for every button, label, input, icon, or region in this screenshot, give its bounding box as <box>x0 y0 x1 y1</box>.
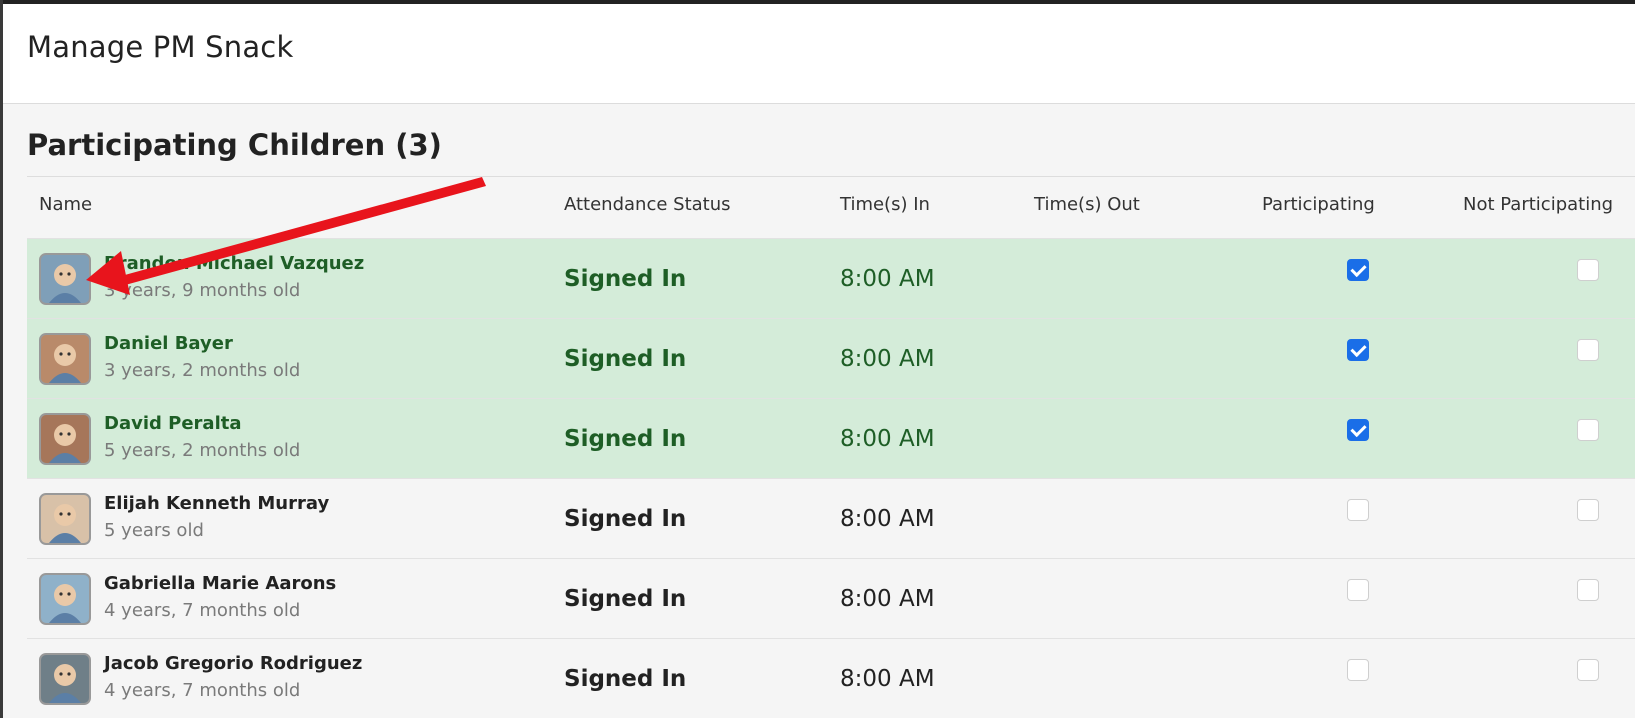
not-participating-checkbox[interactable] <box>1577 259 1599 281</box>
time-in: 8:00 AM <box>840 266 935 292</box>
child-photo-icon <box>49 664 81 703</box>
participating-checkbox[interactable] <box>1347 499 1369 521</box>
child-avatar <box>39 653 91 705</box>
child-avatar <box>39 573 91 625</box>
table-body: Brandon Michael Vazquez 3 years, 9 months… <box>27 238 1635 718</box>
manage-snack-modal: Manage PM Snack Participating Children (… <box>3 4 1635 718</box>
child-age: 5 years old <box>104 520 204 541</box>
child-avatar <box>39 493 91 545</box>
child-age: 3 years, 9 months old <box>104 280 301 301</box>
attendance-status: Signed In <box>564 666 687 692</box>
table-row: Gabriella Marie Aarons 4 years, 7 months … <box>27 558 1635 638</box>
not-participating-checkbox[interactable] <box>1577 419 1599 441</box>
child-photo-icon <box>49 504 81 543</box>
header-time-in: Time(s) In <box>840 194 930 215</box>
attendance-status: Signed In <box>564 346 687 372</box>
modal-title: Manage PM Snack <box>27 30 294 64</box>
time-in: 8:00 AM <box>840 506 935 532</box>
not-participating-checkbox[interactable] <box>1577 579 1599 601</box>
child-age: 4 years, 7 months old <box>104 600 301 621</box>
participating-checkbox[interactable] <box>1347 579 1369 601</box>
child-photo-icon <box>49 584 81 623</box>
table-row: David Peralta 5 years, 2 months old Signed… <box>27 398 1635 478</box>
child-age: 4 years, 7 months old <box>104 680 301 701</box>
participating-checkbox[interactable] <box>1347 419 1369 441</box>
header-name: Name <box>39 194 93 215</box>
child-name[interactable]: David Peralta <box>104 413 242 434</box>
table-row: Brandon Michael Vazquez 3 years, 9 months… <box>27 238 1635 318</box>
attendance-status: Signed In <box>564 586 687 612</box>
child-name[interactable]: Daniel Bayer <box>104 333 233 354</box>
modal-header: Manage PM Snack <box>3 4 1635 104</box>
time-in: 8:00 AM <box>840 346 935 372</box>
child-avatar <box>39 333 91 385</box>
attendance-status: Signed In <box>564 426 687 452</box>
child-avatar <box>39 253 91 305</box>
participating-checkbox[interactable] <box>1347 339 1369 361</box>
time-in: 8:00 AM <box>840 666 935 692</box>
table-row: Daniel Bayer 3 years, 2 months old Signed … <box>27 318 1635 398</box>
child-photo-icon <box>49 264 81 303</box>
attendance-status: Signed In <box>564 266 687 292</box>
child-photo-icon <box>49 424 81 463</box>
time-in: 8:00 AM <box>840 426 935 452</box>
child-age: 5 years, 2 months old <box>104 440 301 461</box>
section-title: Participating Children (3) <box>27 128 442 162</box>
child-name[interactable]: Elijah Kenneth Murray <box>104 493 329 514</box>
table-header: Name Attendance Status Time(s) In Time(s… <box>27 176 1635 238</box>
child-name[interactable]: Brandon Michael Vazquez <box>104 253 364 274</box>
time-in: 8:00 AM <box>840 586 935 612</box>
participating-checkbox[interactable] <box>1347 259 1369 281</box>
not-participating-checkbox[interactable] <box>1577 659 1599 681</box>
header-time-out: Time(s) Out <box>1034 194 1140 215</box>
child-avatar <box>39 413 91 465</box>
header-not-participating: Not Participating <box>1463 194 1614 215</box>
attendance-status: Signed In <box>564 506 687 532</box>
header-participating: Participating <box>1262 194 1375 215</box>
child-age: 3 years, 2 months old <box>104 360 301 381</box>
child-name[interactable]: Jacob Gregorio Rodriguez <box>104 653 362 674</box>
participating-checkbox[interactable] <box>1347 659 1369 681</box>
child-name[interactable]: Gabriella Marie Aarons <box>104 573 336 594</box>
child-photo-icon <box>49 344 81 383</box>
table-row: Elijah Kenneth Murray 5 years old Signed I… <box>27 478 1635 558</box>
header-attendance-status: Attendance Status <box>564 194 731 215</box>
children-table: Name Attendance Status Time(s) In Time(s… <box>27 176 1635 718</box>
not-participating-checkbox[interactable] <box>1577 499 1599 521</box>
table-row: Jacob Gregorio Rodriguez 4 years, 7 month… <box>27 638 1635 718</box>
not-participating-checkbox[interactable] <box>1577 339 1599 361</box>
